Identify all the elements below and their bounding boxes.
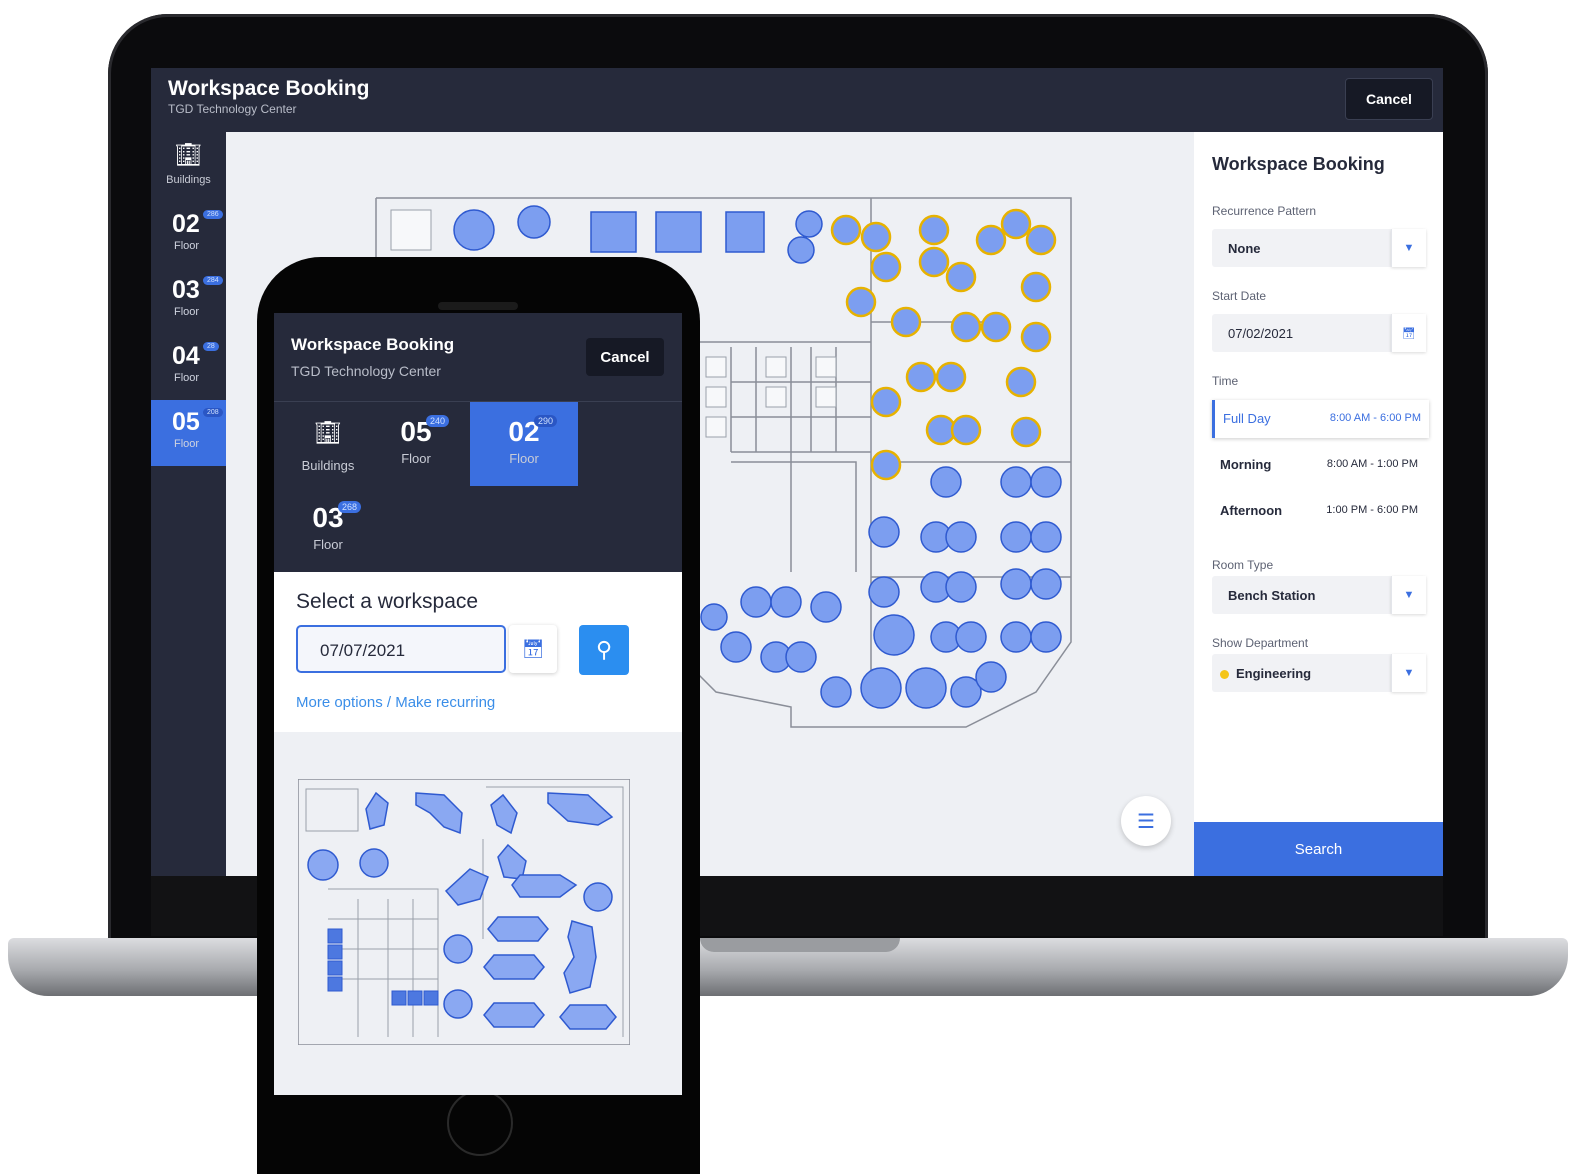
floor-selector: 🏢︎ Buildings 05 240 Floor 02 290 Floor 0… xyxy=(274,402,682,572)
recurrence-value: None xyxy=(1228,241,1261,256)
sidebar-item-floor-03[interactable]: 03 284 Floor xyxy=(151,268,226,334)
calendar-icon: 📅︎ xyxy=(521,638,545,659)
start-date-field[interactable]: 07/02/2021 📅︎ xyxy=(1212,314,1426,352)
page-subtitle: TGD Technology Center xyxy=(168,102,297,116)
department-label: Show Department xyxy=(1212,636,1309,650)
tile-floor-05[interactable]: 05 240 Floor xyxy=(362,402,470,486)
time-option-full-day[interactable]: Full Day 8:00 AM - 6:00 PM xyxy=(1212,400,1429,438)
floor-count-badge: 28 xyxy=(203,342,219,351)
time-option-range: 1:00 PM - 6:00 PM xyxy=(1326,504,1418,516)
phone-speaker xyxy=(438,302,518,310)
department-color-dot xyxy=(1220,670,1229,680)
calendar-button[interactable]: 📅︎ xyxy=(509,625,557,673)
cancel-button[interactable]: Cancel xyxy=(586,338,664,376)
chevron-down-icon[interactable]: ▼ xyxy=(1391,576,1426,614)
tile-floor-02[interactable]: 02 290 Floor xyxy=(470,402,578,486)
floor-label: Floor xyxy=(174,240,200,252)
sidebar-item-buildings[interactable]: 🏢︎ Buildings xyxy=(151,142,226,198)
floor-label: Floor xyxy=(174,306,200,318)
floor-number: 02 xyxy=(508,416,540,447)
desktop-header: Workspace Booking TGD Technology Center … xyxy=(151,68,1443,132)
mobile-floor-plan-svg xyxy=(297,778,631,1046)
department-value: Engineering xyxy=(1236,666,1312,681)
time-option-range: 8:00 AM - 1:00 PM xyxy=(1326,458,1418,470)
floor-number: 03 xyxy=(172,276,200,304)
floor-count-badge: 240 xyxy=(426,415,450,427)
time-option-name: Morning xyxy=(1220,457,1272,472)
cancel-button[interactable]: Cancel xyxy=(1345,78,1433,120)
time-option-name: Afternoon xyxy=(1220,503,1283,518)
floor-count-badge: 286 xyxy=(203,210,223,219)
floor-count-badge: 208 xyxy=(203,408,223,417)
sidebar-item-floor-05[interactable]: 05 208 Floor xyxy=(151,400,226,466)
chevron-down-icon[interactable]: ▼ xyxy=(1391,654,1426,692)
time-option-morning[interactable]: Morning 8:00 AM - 1:00 PM xyxy=(1212,446,1426,484)
panel-title: Workspace Booking xyxy=(1212,154,1385,174)
more-options-link[interactable]: More options / Make recurring xyxy=(296,694,495,711)
floor-number: 05 xyxy=(172,408,200,436)
time-option-range: 8:00 AM - 6:00 PM xyxy=(1329,412,1421,424)
floor-number: 05 xyxy=(400,416,432,447)
sidebar-item-floor-04[interactable]: 04 28 Floor xyxy=(151,334,226,400)
page-title: Workspace Booking xyxy=(168,77,370,100)
department-value-wrap: Engineering xyxy=(1220,666,1311,681)
floor-label: Floor xyxy=(401,451,431,466)
floor-label: Floor xyxy=(174,438,200,450)
page-title: Workspace Booking xyxy=(291,335,455,354)
workspace-selector: Select a workspace 07/07/2021 📅︎ ⚲ More … xyxy=(274,572,682,732)
building-icon: 🏢︎ xyxy=(174,142,203,167)
mobile-floor-plan[interactable] xyxy=(297,778,631,1046)
search-button[interactable]: Search xyxy=(1194,822,1443,876)
floor-number: 02 xyxy=(172,210,200,238)
sidebar-item-floor-02[interactable]: 02 286 Floor xyxy=(151,202,226,268)
floor-number: 03 xyxy=(312,502,344,533)
floor-count-badge: 284 xyxy=(203,276,223,285)
mobile-app: Workspace Booking TGD Technology Center … xyxy=(274,313,682,1095)
list-view-button[interactable]: ☰ xyxy=(1121,796,1171,846)
floor-number: 04 xyxy=(172,342,200,370)
select-title: Select a workspace xyxy=(296,590,479,613)
floor-count-badge: 290 xyxy=(534,415,558,427)
tile-floor-03[interactable]: 03 268 Floor xyxy=(274,488,382,572)
recurrence-select[interactable]: None ▼ xyxy=(1212,229,1426,267)
page-subtitle: TGD Technology Center xyxy=(291,363,441,379)
date-input[interactable]: 07/07/2021 xyxy=(296,625,506,673)
floor-label: Floor xyxy=(174,372,200,384)
booking-panel: Workspace Booking Recurrence Pattern Non… xyxy=(1194,132,1443,876)
room-type-select[interactable]: Bench Station ▼ xyxy=(1212,576,1426,614)
mobile-header: Workspace Booking TGD Technology Center … xyxy=(274,313,682,402)
buildings-label: Buildings xyxy=(166,174,211,186)
start-date-label: Start Date xyxy=(1212,289,1267,303)
calendar-icon[interactable]: 📅︎ xyxy=(1391,314,1426,352)
room-type-label: Room Type xyxy=(1212,558,1274,572)
room-type-value: Bench Station xyxy=(1228,588,1316,603)
floor-sidebar: 🏢︎ Buildings 02 286 Floor 03 284 Floor 0… xyxy=(151,132,226,876)
date-value: 07/07/2021 xyxy=(320,641,406,660)
search-button[interactable]: ⚲ xyxy=(579,625,629,675)
floor-count-badge: 268 xyxy=(338,501,362,513)
start-date-value: 07/02/2021 xyxy=(1228,326,1294,341)
chevron-down-icon[interactable]: ▼ xyxy=(1391,229,1426,267)
floor-label: Floor xyxy=(509,451,539,466)
laptop-notch xyxy=(700,938,900,952)
recurrence-label: Recurrence Pattern xyxy=(1212,204,1317,218)
time-option-name: Full Day xyxy=(1223,411,1271,426)
phone-home-button xyxy=(447,1090,513,1156)
time-option-afternoon[interactable]: Afternoon 1:00 PM - 6:00 PM xyxy=(1212,492,1426,530)
department-select[interactable]: Engineering ▼ xyxy=(1212,654,1426,692)
list-icon: ☰ xyxy=(1137,810,1155,833)
time-label: Time xyxy=(1212,374,1239,388)
floor-label: Floor xyxy=(313,537,343,552)
search-icon: ⚲ xyxy=(595,637,613,662)
